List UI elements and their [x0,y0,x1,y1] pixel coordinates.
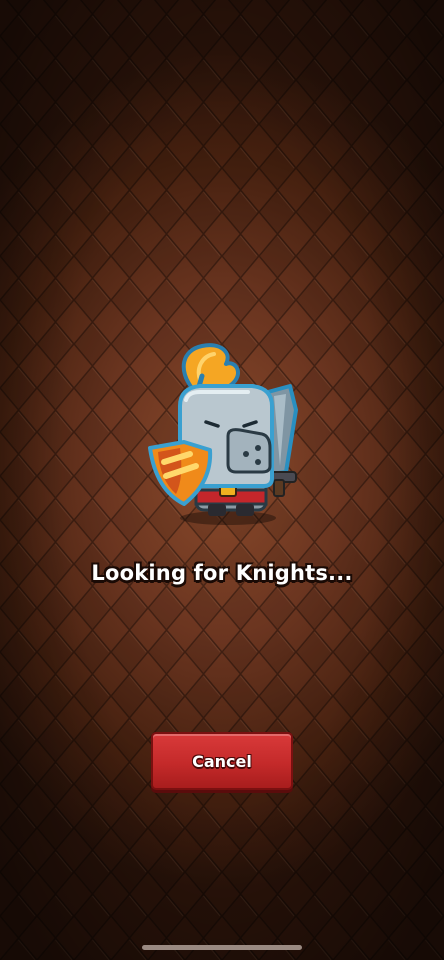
cancel-button[interactable]: Cancel [151,732,293,790]
cancel-button-label: Cancel [192,751,252,771]
matchmaking-status-text: Looking for Knights... [91,561,353,585]
knight-icon [148,343,298,525]
home-indicator[interactable] [142,945,302,950]
matchmaking-screen: Looking for Knights... Cancel [0,0,444,960]
